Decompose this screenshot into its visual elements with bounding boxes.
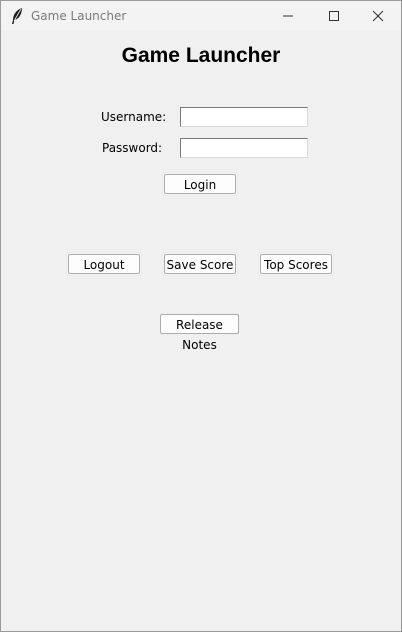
password-input[interactable] [180,138,308,158]
top-scores-button[interactable]: Top Scores [260,254,332,274]
close-button[interactable] [355,1,401,31]
minimize-button[interactable] [265,1,311,31]
minimize-icon [283,15,293,17]
save-score-button[interactable]: Save Score [164,254,236,274]
maximize-icon [329,11,339,21]
window-title: Game Launcher [31,9,127,23]
login-button[interactable]: Login [164,174,236,194]
release-notes-button[interactable]: Release Notes [160,314,239,352]
page-title: Game Launcher [121,44,281,67]
app-window: Game Launcher Game Launcher Username: Pa… [0,0,402,632]
feather-icon [10,7,24,25]
username-input[interactable] [180,107,308,127]
title-bar[interactable]: Game Launcher [1,1,401,31]
logout-button[interactable]: Logout [68,254,140,274]
maximize-button[interactable] [311,1,357,31]
password-label: Password: [102,141,163,155]
username-label: Username: [101,110,167,124]
close-icon [372,10,384,22]
